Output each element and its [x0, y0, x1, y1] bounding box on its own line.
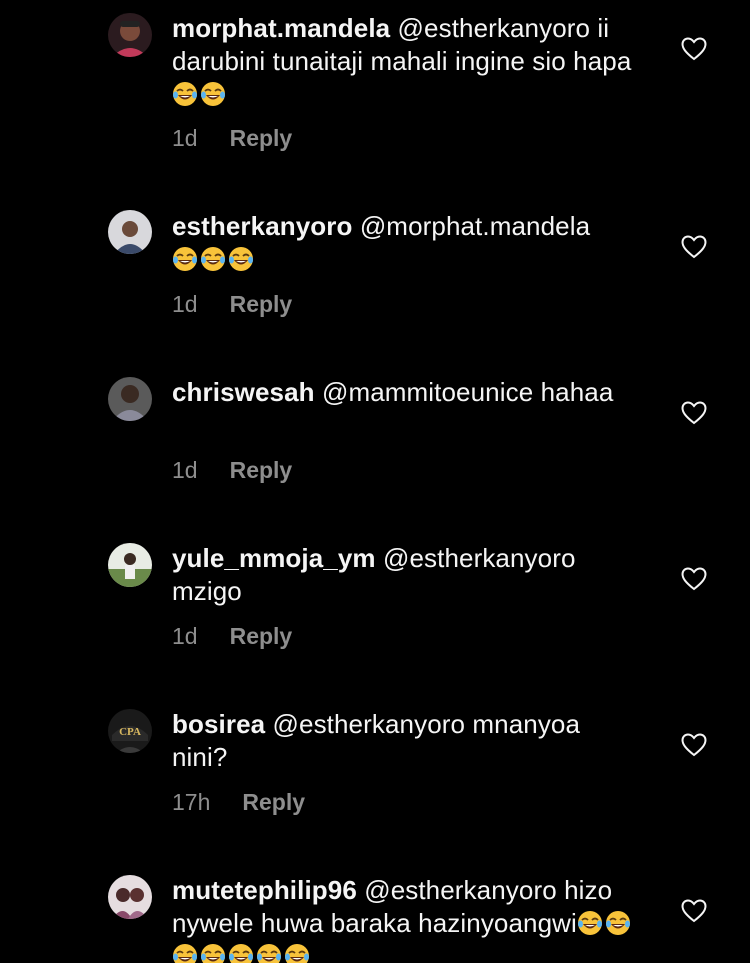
- reply-button[interactable]: Reply: [242, 789, 305, 815]
- avatar[interactable]: [108, 377, 152, 421]
- comment-time: 1d: [172, 623, 198, 649]
- heart-outline-icon[interactable]: [681, 235, 707, 259]
- comment-username[interactable]: morphat.mandela: [172, 13, 390, 43]
- comment-username[interactable]: bosirea: [172, 709, 265, 739]
- heart-outline-icon[interactable]: [681, 37, 707, 61]
- comment-username[interactable]: chriswesah: [172, 377, 315, 407]
- reply-button[interactable]: Reply: [230, 623, 293, 649]
- face-with-tears-of-joy-icon: [200, 81, 226, 107]
- avatar[interactable]: CPA: [108, 709, 152, 753]
- comment-time: 1d: [172, 291, 198, 317]
- comment-text: @mammitoeunice hahaa: [321, 377, 614, 407]
- heart-outline-icon[interactable]: [681, 733, 707, 757]
- comment-time: 1d: [172, 457, 198, 483]
- comments-screen: morphat.mandela @estherkanyoro ii darubi…: [0, 0, 750, 963]
- face-with-tears-of-joy-icon: [200, 943, 226, 963]
- heart-outline-icon[interactable]: [681, 401, 707, 425]
- comment-time: 1d: [172, 125, 198, 151]
- reply-button[interactable]: Reply: [230, 291, 293, 317]
- comment-username[interactable]: mutetephilip96: [172, 875, 357, 905]
- face-with-tears-of-joy-icon: [200, 246, 226, 272]
- reply-button[interactable]: Reply: [230, 125, 293, 151]
- face-with-tears-of-joy-icon: [256, 943, 282, 963]
- heart-outline-icon[interactable]: [681, 567, 707, 591]
- face-with-tears-of-joy-icon: [172, 246, 198, 272]
- avatar-text: CPA: [119, 726, 141, 738]
- face-with-tears-of-joy-icon: [228, 246, 254, 272]
- face-with-tears-of-joy-icon: [172, 943, 198, 963]
- avatar[interactable]: [108, 543, 152, 587]
- comment-username[interactable]: yule_mmoja_ym: [172, 543, 376, 573]
- face-with-tears-of-joy-icon: [605, 910, 631, 936]
- comment-username[interactable]: estherkanyoro: [172, 211, 352, 241]
- reply-button[interactable]: Reply: [230, 457, 293, 483]
- face-with-tears-of-joy-icon: [228, 943, 254, 963]
- avatar[interactable]: [108, 13, 152, 57]
- heart-outline-icon[interactable]: [681, 899, 707, 923]
- avatar[interactable]: [108, 875, 152, 919]
- face-with-tears-of-joy-icon: [172, 81, 198, 107]
- face-with-tears-of-joy-icon: [577, 910, 603, 936]
- comment-time: 17h: [172, 789, 211, 815]
- face-with-tears-of-joy-icon: [284, 943, 310, 963]
- comment-text: @morphat.mandela: [359, 211, 591, 241]
- avatar[interactable]: [108, 210, 152, 254]
